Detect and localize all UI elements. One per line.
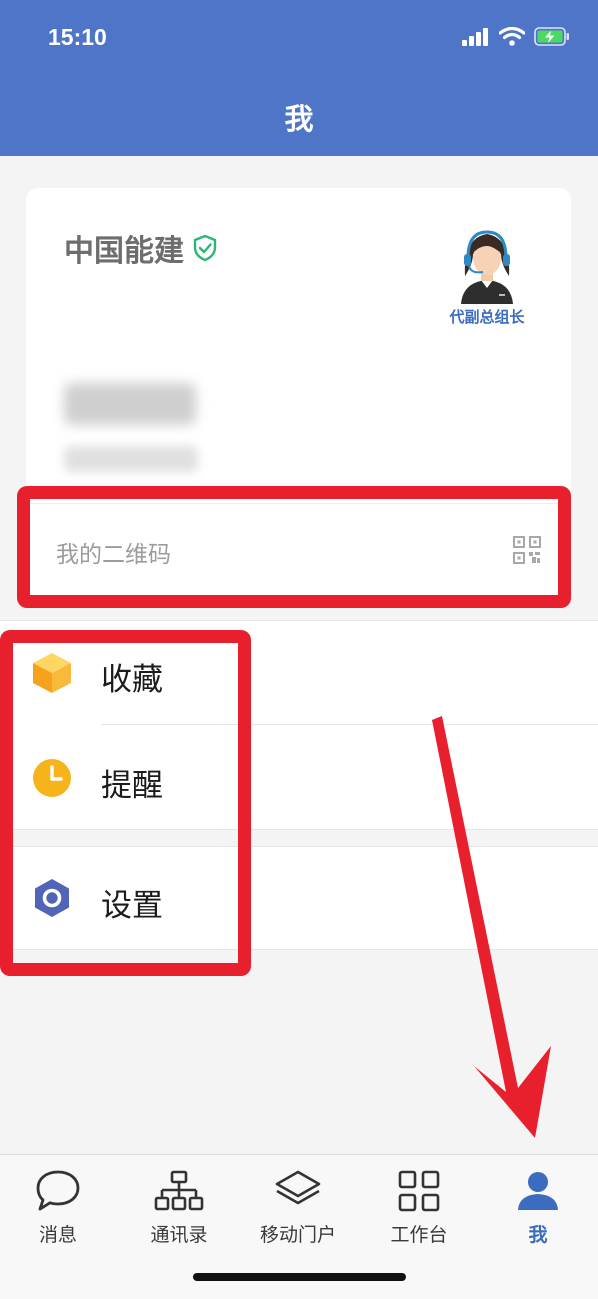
home-indicator [193, 1273, 406, 1281]
tab-label: 消息 [38, 1224, 77, 1246]
tab-label: 移动门户 [259, 1224, 336, 1246]
tab-messages[interactable]: 消息 [0, 1169, 118, 1247]
tab-mobile-portal[interactable]: 移动门户 [238, 1169, 358, 1247]
tab-label: 通讯录 [150, 1224, 208, 1246]
grid-apps-icon [398, 1170, 440, 1212]
tab-label: 我 [528, 1224, 548, 1246]
person-icon [518, 1172, 558, 1210]
tab-workbench[interactable]: 工作台 [359, 1169, 479, 1247]
annotation-arrow [432, 716, 551, 1138]
tab-me[interactable]: 我 [478, 1169, 598, 1247]
chat-bubble-icon [36, 1170, 80, 1211]
org-chart-icon [154, 1170, 204, 1211]
tab-contacts[interactable]: 通讯录 [119, 1169, 239, 1247]
layers-icon [275, 1170, 321, 1205]
tab-label: 工作台 [390, 1224, 448, 1246]
